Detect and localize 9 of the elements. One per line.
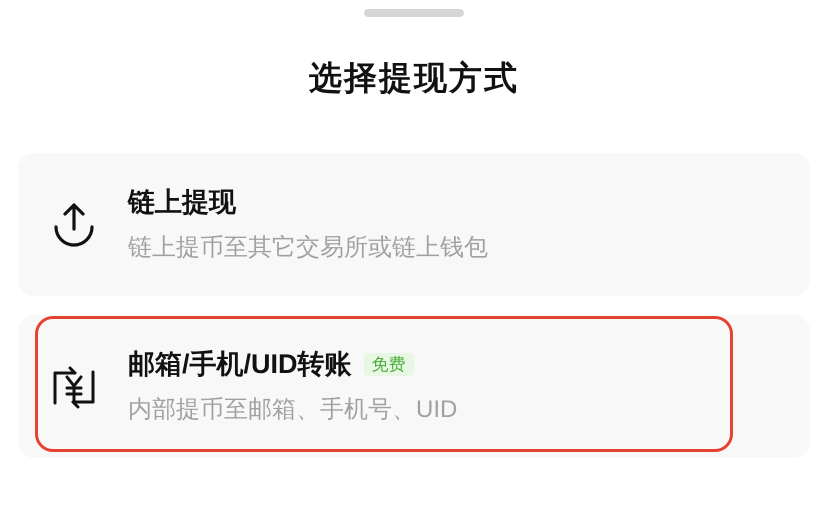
option-title: 邮箱/手机/UID转账	[128, 351, 352, 378]
option-description: 内部提币至邮箱、手机号、UID	[128, 398, 458, 422]
sheet-title: 选择提现方式	[309, 61, 519, 94]
free-tag: 免费	[364, 353, 414, 376]
option-description: 链上提币至其它交易所或链上钱包	[128, 236, 488, 260]
option-title: 链上提现	[128, 189, 236, 216]
withdraw-option-card[interactable]: 邮箱/手机/UID转账 免费 内部提币至邮箱、手机号、UID	[18, 315, 810, 458]
drag-handle[interactable]	[364, 9, 464, 17]
withdraw-option-card[interactable]: 链上提现 链上提币至其它交易所或链上钱包	[18, 153, 810, 296]
